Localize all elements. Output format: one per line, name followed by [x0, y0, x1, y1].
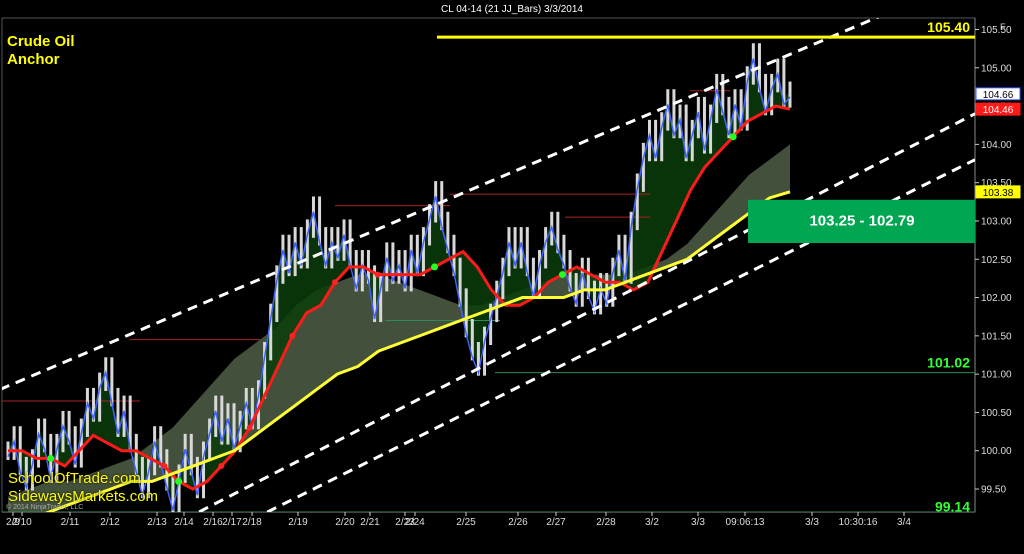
x-tick-label: 2/24 — [405, 517, 425, 528]
x-tick-label: 3/2 — [645, 517, 659, 528]
green-marker — [729, 133, 737, 141]
x-tick-label: 2/11 — [61, 517, 80, 528]
green-marker — [431, 263, 439, 271]
y-tick-label: 105.00 — [981, 63, 1012, 74]
watermark-schooloftrade: SchoolOfTrade.com — [8, 470, 141, 487]
chart-title-line-1: Crude Oil — [7, 33, 75, 50]
red-marker — [374, 271, 381, 278]
x-tick-label: 2/19 — [288, 517, 308, 528]
red-marker — [289, 332, 296, 339]
x-tick-label: 2/20 — [335, 517, 355, 528]
red-marker — [161, 463, 168, 470]
chart-title-line-2: Anchor — [7, 51, 60, 68]
y-tick-label: 103.00 — [981, 216, 1012, 227]
price-tag-label: 103.38 — [983, 188, 1014, 199]
x-tick-label: 2/18 — [242, 517, 262, 528]
copyright-text: © 2014 NinjaTrader, LLC — [6, 504, 84, 511]
level-label: 101.02 — [927, 355, 970, 371]
x-tick-label: 10:30:16 — [839, 517, 878, 528]
y-tick-label: 99.50 — [981, 485, 1006, 496]
x-tick-label: 2/28 — [596, 517, 616, 528]
x-tick-label: 3/3 — [691, 517, 705, 528]
plot-area — [1, 17, 976, 513]
price-tag-label: 104.46 — [983, 105, 1014, 116]
chart-title: Crude Oil Anchor — [7, 33, 75, 69]
x-tick-label: 3/3 — [805, 517, 819, 528]
x-tick-label: 3/4 — [897, 517, 911, 528]
y-tick-label: 101.50 — [981, 331, 1012, 342]
x-tick-label: 2/10 — [12, 517, 32, 528]
y-tick-label: 100.50 — [981, 408, 1012, 419]
x-tick-label: 2/13 — [147, 517, 167, 528]
x-tick-label: 2/25 — [456, 517, 476, 528]
x-tick-label: 2/16 — [203, 517, 223, 528]
red-marker — [218, 463, 225, 470]
y-tick-label: 102.00 — [981, 293, 1012, 304]
x-tick-label: 2/21 — [360, 517, 380, 528]
red-marker — [246, 424, 253, 431]
x-tick-label: 2/26 — [508, 517, 528, 528]
green-marker — [47, 454, 55, 462]
y-tick-label: 101.00 — [981, 370, 1012, 381]
price-tag-label: 104.66 — [983, 90, 1014, 101]
x-tick-label: 2/12 — [100, 517, 120, 528]
x-tick-label: 09:06:13 — [726, 517, 765, 528]
y-tick-label: 105.50 — [981, 25, 1012, 36]
y-tick-label: 104.00 — [981, 140, 1012, 151]
red-marker — [332, 279, 339, 286]
y-tick-label: 102.50 — [981, 255, 1012, 266]
x-tick-label: 2/14 — [174, 517, 194, 528]
y-tick-label: 100.00 — [981, 446, 1012, 457]
x-tick-label: 2/17 — [222, 517, 242, 528]
support-zone-label: 103.25 - 102.79 — [809, 212, 914, 229]
green-marker — [175, 477, 183, 485]
green-marker — [559, 271, 567, 279]
x-tick-label: 2/27 — [546, 517, 566, 528]
level-label: 105.40 — [927, 19, 970, 35]
price-chart[interactable]: 99.50 100.00 100.50 101.00 101.50 102.00 102.5… — [0, 0, 1024, 554]
